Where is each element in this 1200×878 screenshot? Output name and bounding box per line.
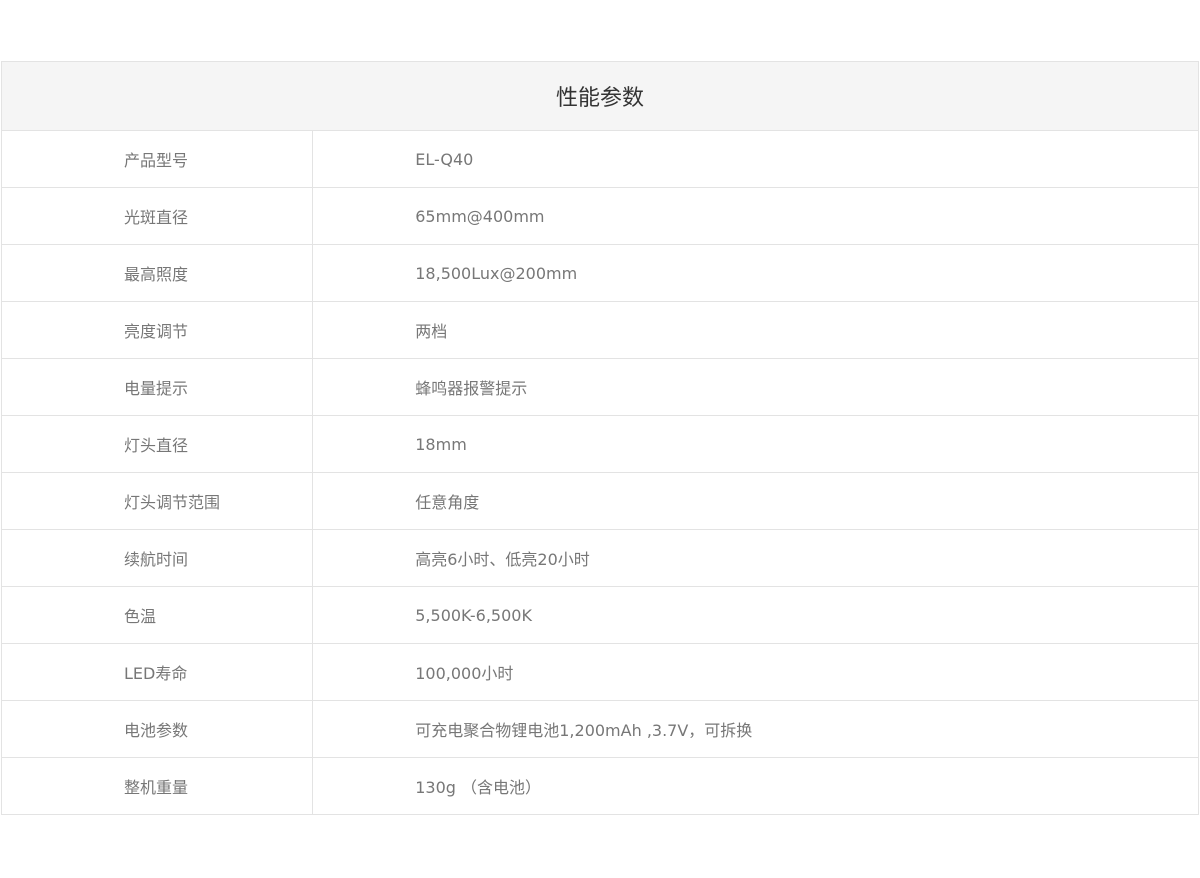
spec-table: 性能参数 产品型号 EL-Q40 光斑直径 65mm@400mm 最高照度 18…	[0, 61, 1199, 815]
spec-value: 130g （含电池）	[312, 757, 1199, 815]
table-row: 最高照度 18,500Lux@200mm	[0, 244, 1199, 302]
spec-table-title: 性能参数	[1, 61, 1199, 131]
spec-value: 可充电聚合物锂电池1,200mAh ,3.7V，可拆换	[312, 700, 1199, 758]
spec-label: 亮度调节	[0, 301, 314, 359]
spec-value: 18,500Lux@200mm	[312, 244, 1199, 302]
table-row: 电池参数 可充电聚合物锂电池1,200mAh ,3.7V，可拆换	[0, 700, 1199, 758]
spec-label: 电池参数	[0, 700, 314, 758]
spec-label: 最高照度	[0, 244, 314, 302]
table-row: LED寿命 100,000小时	[0, 643, 1199, 701]
table-row: 产品型号 EL-Q40	[0, 130, 1199, 188]
table-row: 电量提示 蜂鸣器报警提示	[0, 358, 1199, 416]
spec-label: 灯头调节范围	[0, 472, 314, 530]
table-row: 灯头直径 18mm	[0, 415, 1199, 473]
spec-label: 续航时间	[0, 529, 314, 587]
table-row: 灯头调节范围 任意角度	[0, 472, 1199, 530]
table-row: 色温 5,500K-6,500K	[0, 586, 1199, 644]
spec-label: 整机重量	[0, 757, 314, 815]
spec-label: 光斑直径	[0, 187, 314, 245]
spec-value: 两档	[312, 301, 1199, 359]
spec-value: 65mm@400mm	[312, 187, 1199, 245]
table-row: 整机重量 130g （含电池）	[0, 757, 1199, 815]
spec-label: 电量提示	[0, 358, 314, 416]
table-row: 亮度调节 两档	[0, 301, 1199, 359]
spec-value: 高亮6小时、低亮20小时	[312, 529, 1199, 587]
spec-table-header-row: 性能参数	[1, 61, 1199, 131]
spec-value: 18mm	[312, 415, 1199, 473]
spec-label: 色温	[0, 586, 314, 644]
spec-value: 蜂鸣器报警提示	[312, 358, 1199, 416]
spec-label: 产品型号	[0, 130, 314, 188]
spec-value: EL-Q40	[312, 130, 1199, 188]
spec-value: 5,500K-6,500K	[312, 586, 1199, 644]
spec-value: 任意角度	[312, 472, 1199, 530]
spec-label: 灯头直径	[0, 415, 314, 473]
table-row: 续航时间 高亮6小时、低亮20小时	[0, 529, 1199, 587]
spec-label: LED寿命	[0, 643, 314, 701]
table-row: 光斑直径 65mm@400mm	[0, 187, 1199, 245]
spec-value: 100,000小时	[312, 643, 1199, 701]
